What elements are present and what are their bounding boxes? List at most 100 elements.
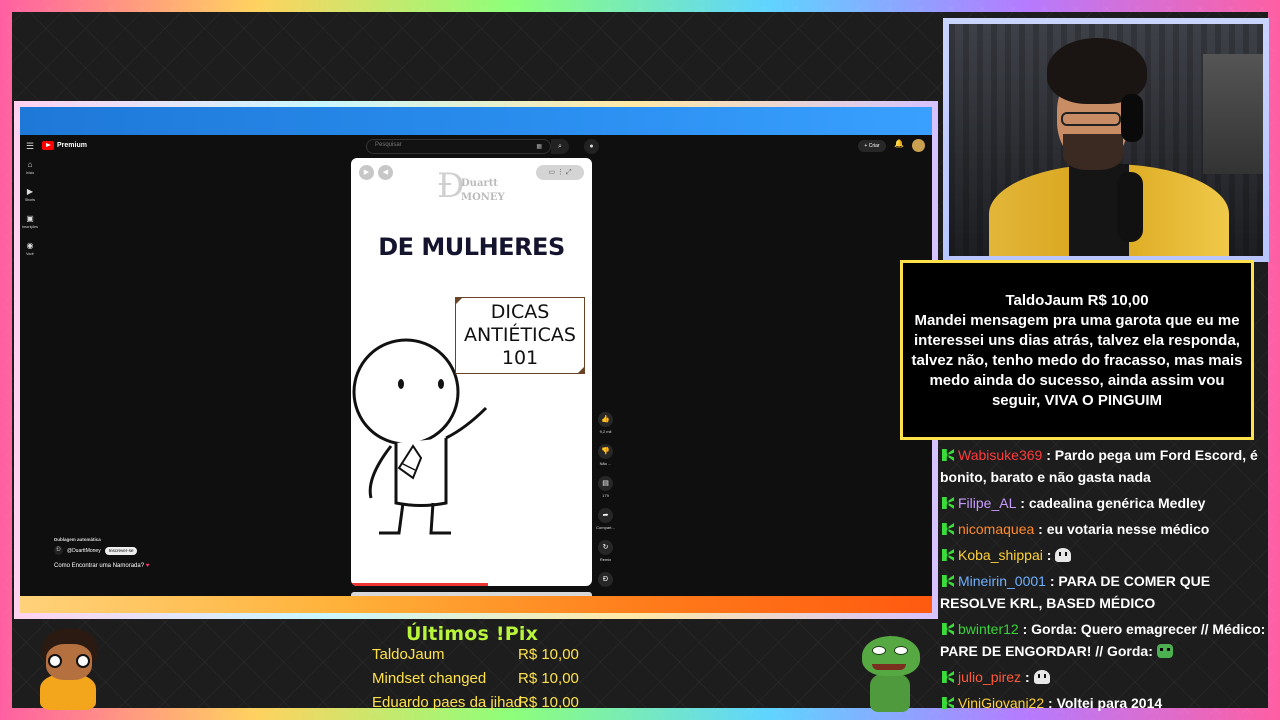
- voice-search-button[interactable]: ●: [584, 139, 599, 154]
- captions-icon[interactable]: ▭: [548, 169, 555, 176]
- chat-message: julio_pirez :: [940, 666, 1274, 688]
- channel-avatar[interactable]: Ð: [54, 546, 63, 555]
- heart-icon: ♥: [145, 563, 150, 569]
- alert-message: Mandei mensagem pra uma garota que eu me…: [911, 312, 1243, 409]
- chat-username[interactable]: Filipe_AL: [958, 495, 1016, 511]
- sidebar-item-home[interactable]: ⌂ Início: [20, 159, 40, 186]
- youtube-sidebar: ⌂ Início ▶ Shorts ▣ Inscrições ◉ Você: [20, 159, 40, 267]
- screen-capture: ☰ Premium Pesquisar ▦ ⌕ ● + Criar 🔔 ⌂ In…: [20, 107, 932, 613]
- screen-capture-frame: ☰ Premium Pesquisar ▦ ⌕ ● + Criar 🔔 ⌂ In…: [14, 101, 938, 619]
- channel-row: Ð @DuarttMoney Inscrever-se: [54, 546, 149, 555]
- mascot-eye: [48, 654, 62, 668]
- chat-username[interactable]: ViniGiovani22: [958, 695, 1044, 711]
- board-line: 101: [501, 347, 539, 369]
- donation-alert: TaldoJaum R$ 10,00 Mandei mensagem pra u…: [900, 260, 1254, 440]
- mascot-eye: [76, 654, 90, 668]
- beard: [1063, 134, 1123, 170]
- sidebar-item-label: Shorts: [24, 198, 36, 202]
- brand-line1: Duartt: [461, 178, 498, 189]
- volume-button[interactable]: ◀: [378, 165, 393, 180]
- fullscreen-icon[interactable]: ⤢: [566, 169, 572, 176]
- remix-button[interactable]: ↻ Remix: [593, 540, 618, 572]
- comment-icon: ▤: [598, 476, 613, 491]
- chat-username[interactable]: Wabisuke369: [958, 447, 1042, 463]
- pix-name: Eduardo paes da jihad: [372, 694, 523, 711]
- short-title[interactable]: Como Encontrar uma Namorada? ♥: [54, 563, 149, 569]
- chat-username[interactable]: Mineirin_0001: [958, 573, 1046, 589]
- remix-label: Remix: [599, 557, 612, 562]
- keyboard-icon[interactable]: ▦: [536, 143, 542, 150]
- dislike-icon: 👎: [598, 444, 613, 459]
- sidebar-item-subscriptions[interactable]: ▣ Inscrições: [20, 213, 40, 240]
- pepe-eye: [894, 646, 908, 655]
- sidebar-item-you[interactable]: ◉ Você: [20, 240, 40, 267]
- short-headline: DE MULHERES: [378, 233, 565, 261]
- search-input[interactable]: Pesquisar ▦: [366, 139, 551, 154]
- channel-name[interactable]: @DuarttMoney: [67, 548, 101, 554]
- chat-username[interactable]: nicomaquea: [958, 521, 1034, 537]
- alert-header: TaldoJaum R$ 10,00: [1005, 292, 1149, 309]
- home-icon: ⌂: [27, 160, 33, 169]
- play-button[interactable]: ▶: [359, 165, 374, 180]
- headphones: [1121, 94, 1143, 142]
- short-actions: 👍 9,2 mil 👎 Não ... ▤ 179 ➦ Compart... ↻…: [593, 412, 618, 604]
- create-button[interactable]: + Criar: [858, 140, 886, 152]
- youtube-brand-label: Premium: [57, 142, 87, 149]
- player-options[interactable]: ▭ ⋮ ⤢: [536, 165, 584, 180]
- short-title-text: Como Encontrar uma Namorada?: [54, 563, 145, 569]
- more-icon[interactable]: ⋮: [557, 169, 564, 176]
- sidebar-item-label: Você: [26, 252, 34, 256]
- shorts-icon: ▶: [26, 187, 34, 196]
- chat-text: :: [1046, 547, 1052, 563]
- you-icon: ◉: [26, 241, 34, 250]
- chat-message: Koba_shippai :: [940, 544, 1274, 566]
- sidebar-item-label: Inscrições: [22, 225, 38, 229]
- sidebar-item-shorts[interactable]: ▶ Shorts: [20, 186, 40, 213]
- comment-button[interactable]: ▤ 179: [593, 476, 618, 508]
- chat-text: : eu votaria nesse médico: [1038, 521, 1210, 537]
- chat-message: ViniGiovani22 : Voltei para 2014: [940, 692, 1274, 714]
- kick-badge-icon: [942, 623, 954, 635]
- share-button[interactable]: ➦ Compart...: [593, 508, 618, 540]
- pepe-frog-icon: [858, 632, 924, 714]
- pix-value: R$ 10,00: [518, 670, 579, 687]
- ghost-emote-icon: [1033, 670, 1050, 684]
- board-line: ANTIÉTICAS: [464, 324, 576, 346]
- pepe-body: [870, 674, 910, 712]
- frog-emote-icon: [1156, 644, 1173, 658]
- video-progress-bar[interactable]: [351, 583, 489, 586]
- board-line: DICAS: [490, 301, 550, 323]
- search-placeholder: Pesquisar: [375, 142, 402, 148]
- chat-message: bwinter12 : Gorda: Quero emagrecer // Mé…: [940, 618, 1274, 662]
- chat-text: : cadealina genérica Medley: [1020, 495, 1206, 511]
- chat-username[interactable]: bwinter12: [958, 621, 1019, 637]
- share-icon: ➦: [598, 508, 613, 523]
- avatar[interactable]: [912, 139, 925, 152]
- kick-badge-icon: [942, 549, 954, 561]
- sign-board: DICAS ANTIÉTICAS 101: [455, 297, 585, 374]
- sidebar-item-label: Início: [25, 171, 35, 175]
- like-button[interactable]: 👍 9,2 mil: [593, 412, 618, 444]
- chat-message: Mineirin_0001 : PARA DE COMER QUE RESOLV…: [940, 570, 1274, 614]
- chat-username[interactable]: julio_pirez: [958, 669, 1021, 685]
- volume-icon: ◀: [382, 169, 389, 176]
- search-button[interactable]: ⌕: [551, 139, 569, 154]
- youtube-logo[interactable]: Premium: [42, 141, 87, 150]
- pix-title: Últimos !Pix: [405, 623, 539, 645]
- like-icon: 👍: [598, 412, 613, 427]
- short-video-player[interactable]: ▶ ◀ ▭ ⋮ ⤢ Ð Duartt MONEY DE MULHERES DIC…: [351, 158, 592, 586]
- webcam-frame: [943, 18, 1269, 262]
- chat-text: :: [1024, 669, 1030, 685]
- desktop-wallpaper-strip: [20, 107, 932, 135]
- notifications-bell-icon[interactable]: 🔔: [894, 139, 904, 148]
- dislike-button[interactable]: 👎 Não ...: [593, 444, 618, 476]
- streamer-mascot-icon: [30, 628, 106, 714]
- microphone: [1117, 172, 1143, 242]
- chat-username[interactable]: Koba_shippai: [958, 547, 1043, 563]
- pix-value: R$ 10,00: [518, 694, 579, 711]
- pepe-head: [862, 636, 920, 676]
- menu-icon[interactable]: ☰: [26, 141, 34, 152]
- comment-count: 179: [602, 493, 609, 498]
- subscribe-button[interactable]: Inscrever-se: [104, 546, 138, 555]
- shelf: [1203, 54, 1263, 174]
